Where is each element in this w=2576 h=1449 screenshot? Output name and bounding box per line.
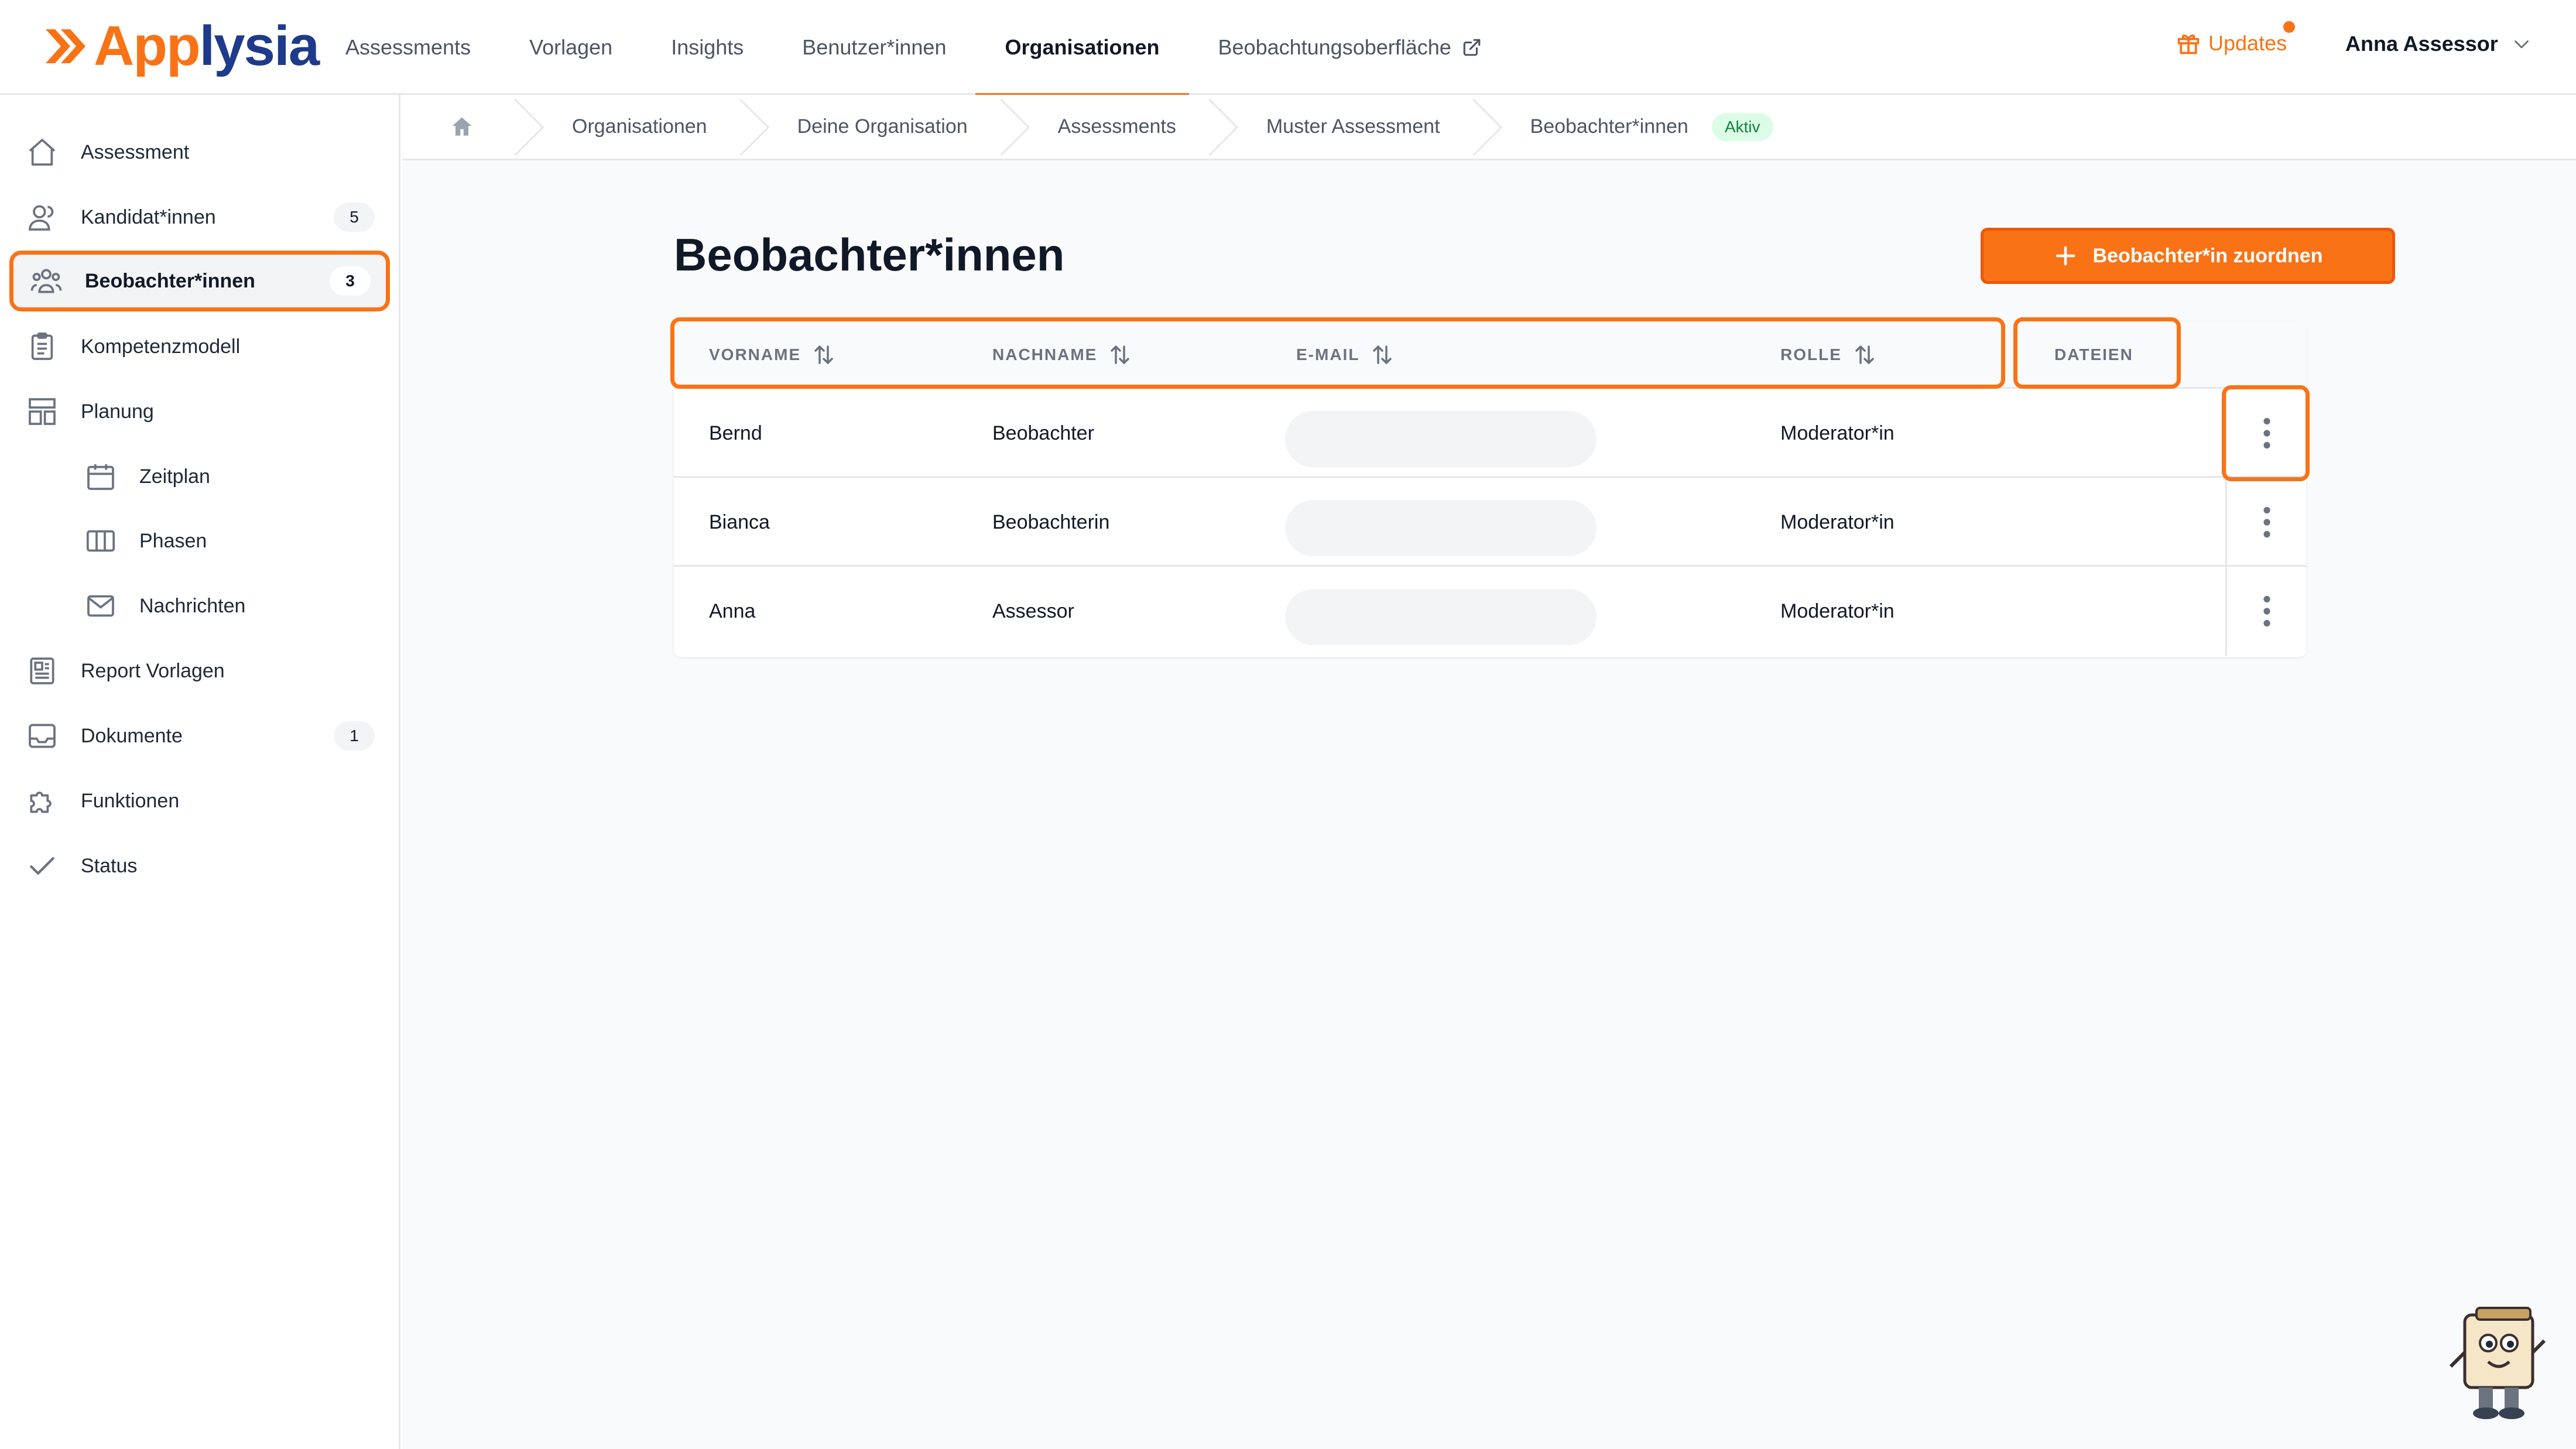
- breadcrumb-organisationen[interactable]: Organisationen: [516, 94, 741, 160]
- column-header-nachname[interactable]: NACHNAME: [992, 321, 1132, 389]
- top-bar: Applysia Assessments Vorlagen Insights B…: [0, 0, 2576, 97]
- sidebar-item-nachrichten[interactable]: Nachrichten: [9, 576, 390, 636]
- puzzle-icon: [30, 792, 52, 813]
- home-icon: [452, 117, 472, 136]
- cell-nachname: Beobachter: [992, 422, 1094, 444]
- sidebar-item-beobachter[interactable]: Beobachter*innen 3: [9, 251, 390, 311]
- cell-vorname: Bianca: [709, 511, 770, 533]
- topnav-benutzer[interactable]: Benutzer*innen: [773, 0, 975, 95]
- cell-rolle: Moderator*in: [1780, 511, 1895, 533]
- count-badge: 5: [334, 203, 375, 232]
- cell-email: [1285, 411, 1597, 467]
- sidebar-item-phasen[interactable]: Phasen: [9, 511, 390, 571]
- count-badge: 3: [330, 266, 371, 296]
- table-header: VORNAME NACHNAME E-MAIL ROLLE DATEIEN: [674, 321, 2306, 389]
- kebab-menu-icon: [2263, 417, 2270, 449]
- row-actions-menu[interactable]: [2225, 389, 2306, 478]
- sidebar-item-zeitplan[interactable]: Zeitplan: [9, 446, 390, 507]
- cell-rolle: Moderator*in: [1780, 422, 1895, 444]
- sort-icon: [1111, 345, 1130, 364]
- cell-email: [1285, 500, 1597, 556]
- columns-icon: [86, 530, 115, 552]
- sidebar-item-kandidaten[interactable]: Kandidat*innen 5: [9, 187, 390, 248]
- sort-icon: [1855, 345, 1874, 364]
- topnav-insights[interactable]: Insights: [642, 0, 773, 95]
- cell-rolle: Moderator*in: [1780, 600, 1895, 622]
- table-row: Bianca Beobachterin Moderator*in: [674, 478, 2306, 567]
- external-link-icon: [1463, 39, 1481, 56]
- topnav-vorlagen[interactable]: Vorlagen: [500, 0, 642, 95]
- observers-table: VORNAME NACHNAME E-MAIL ROLLE DATEIEN Be…: [670, 317, 2310, 657]
- sidebar: Assessment Kandidat*innen 5 Beobachter*i…: [0, 95, 400, 1449]
- group-icon: [30, 269, 62, 293]
- column-header-email[interactable]: E-MAIL: [1296, 321, 1395, 389]
- logo-chevrons-icon: [46, 29, 85, 63]
- mascot-icon[interactable]: [2444, 1306, 2549, 1423]
- main-content: Organisationen Deine Organisation Assess…: [402, 95, 2576, 1449]
- home-icon: [29, 139, 56, 166]
- topnav-assessments[interactable]: Assessments: [316, 0, 500, 95]
- top-nav: Assessments Vorlagen Insights Benutzer*i…: [316, 0, 1511, 97]
- breadcrumb-assessments[interactable]: Assessments: [1002, 94, 1210, 160]
- applysia-logo[interactable]: Applysia: [43, 14, 320, 78]
- user-name: Anna Assessor: [2345, 32, 2498, 56]
- sort-icon: [814, 345, 833, 364]
- layout-icon: [29, 398, 56, 425]
- page-title: Beobachter*innen: [674, 229, 1065, 280]
- sidebar-item-status[interactable]: Status: [9, 835, 390, 896]
- column-header-vorname[interactable]: VORNAME: [709, 321, 836, 389]
- sidebar-item-report-vorlagen[interactable]: Report Vorlagen: [9, 640, 390, 701]
- sidebar-item-assessment[interactable]: Assessment: [9, 122, 390, 183]
- column-header-dateien: DATEIEN: [2054, 345, 2133, 364]
- row-actions-menu[interactable]: [2225, 478, 2306, 567]
- sidebar-item-dokumente[interactable]: Dokumente 1: [9, 705, 390, 766]
- plus-icon: [2056, 246, 2075, 266]
- check-icon: [30, 857, 54, 875]
- breadcrumb-home[interactable]: [402, 94, 516, 160]
- sidebar-item-kompetenzmodell[interactable]: Kompetenzmodell: [9, 316, 390, 377]
- sort-icon: [1373, 345, 1392, 364]
- inbox-icon: [29, 724, 56, 748]
- clipboard-icon: [31, 332, 53, 360]
- gift-icon: [2177, 34, 2200, 54]
- topnav-beobachtungsoberflaeche[interactable]: Beobachtungsoberfläche: [1189, 0, 1511, 95]
- sidebar-item-planung[interactable]: Planung: [9, 381, 390, 442]
- add-observer-button[interactable]: Beobachter*in zuordnen: [1981, 228, 2395, 284]
- mail-icon: [87, 595, 114, 617]
- status-badge: Aktiv: [1711, 112, 1773, 141]
- count-badge: 1: [334, 721, 375, 751]
- notification-dot: [2283, 21, 2296, 33]
- sidebar-item-funktionen[interactable]: Funktionen: [9, 770, 390, 831]
- cell-email: [1285, 589, 1597, 645]
- breadcrumb-deine-organisation[interactable]: Deine Organisation: [741, 94, 1002, 160]
- breadcrumb-muster-assessment[interactable]: Muster Assessment: [1210, 94, 1474, 160]
- kebab-menu-icon: [2263, 595, 2270, 627]
- column-header-rolle[interactable]: ROLLE: [1780, 321, 1877, 389]
- breadcrumb-beobachter: Beobachter*innen Aktiv: [1474, 94, 1807, 160]
- topnav-organisationen[interactable]: Organisationen: [975, 0, 1189, 97]
- table-row: Anna Assessor Moderator*in: [674, 567, 2306, 656]
- updates-button[interactable]: Updates: [2176, 21, 2296, 56]
- report-icon: [30, 657, 54, 684]
- cell-nachname: Assessor: [992, 600, 1074, 622]
- chevron-down-icon: [2514, 40, 2529, 49]
- cell-nachname: Beobachterin: [992, 511, 1110, 533]
- calendar-icon: [87, 464, 114, 490]
- cell-vorname: Bernd: [709, 422, 762, 444]
- logo-text: Applysia: [94, 15, 320, 77]
- users-icon: [29, 205, 54, 231]
- table-row: Bernd Beobachter Moderator*in: [674, 389, 2306, 478]
- row-actions-menu[interactable]: [2225, 567, 2306, 656]
- user-menu[interactable]: Anna Assessor: [2345, 32, 2532, 56]
- breadcrumb: Organisationen Deine Organisation Assess…: [402, 95, 2576, 160]
- kebab-menu-icon: [2263, 506, 2270, 538]
- cell-vorname: Anna: [709, 600, 756, 622]
